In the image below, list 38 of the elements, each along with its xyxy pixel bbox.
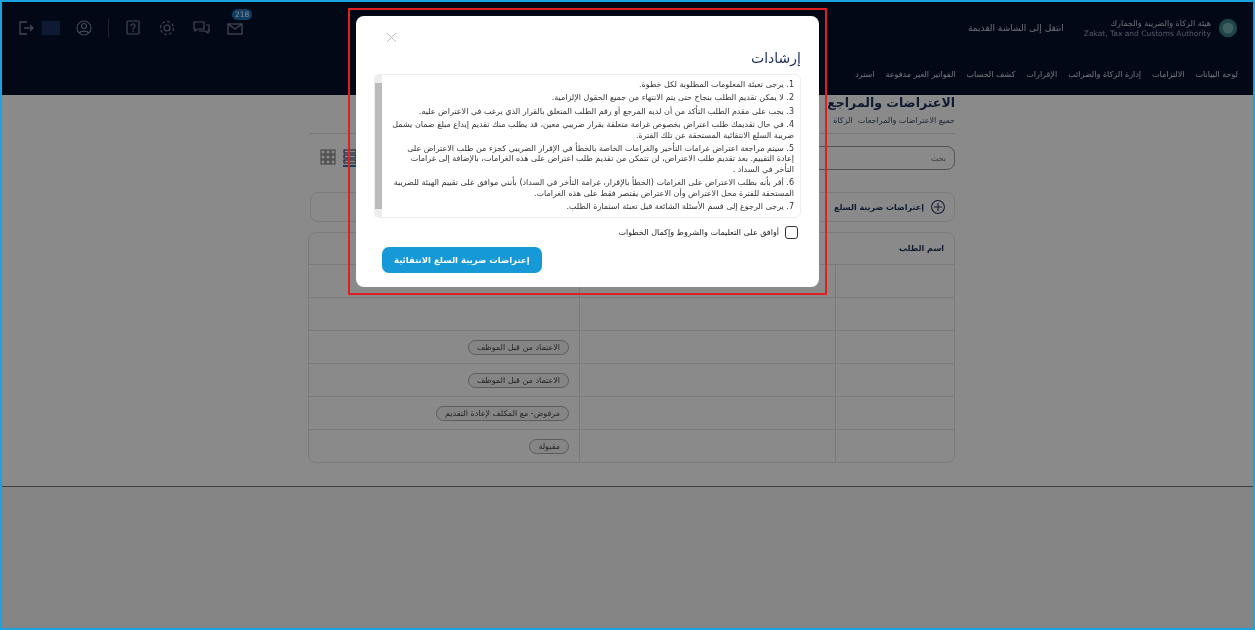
column-header: اسم الطلب — [899, 244, 944, 253]
new-request-label: إعتراضات ضريبة السلع — [834, 202, 924, 212]
nav-link[interactable]: استرد — [855, 69, 875, 79]
instruction-text: 4. في حال تقديمك طلب اعتراض بخصوص غرامة متعلقة بقرار ضريبي معين، قد يطلب منك تقديم إيداع مبلغ ضمان يشمل ضريبة السلع الانتقائية المستحقة عن تلك الفترة. — [391, 120, 794, 141]
help-icon[interactable] — [123, 18, 143, 38]
status-pill: الاعتماد من قبل الموظف — [468, 339, 569, 355]
grid-view-icon[interactable] — [320, 149, 336, 167]
nav-link[interactable]: الالتزامات — [1152, 69, 1185, 79]
instruction-text: 7. يرجى الرجوع إلى قسم الأسئلة الشائعة قبل تعبئة استمارة الطلب. — [565, 201, 794, 213]
agree-checkbox[interactable] — [785, 226, 798, 240]
authority-name: هيئة الزكاة والضريبة والجمارك — [1109, 18, 1211, 28]
status-pill: مقبولة — [529, 438, 569, 454]
user-icon[interactable] — [74, 18, 94, 38]
instruction-text: 1. يرجى تعبئة المعلومات المطلوبة لكل خطوة. — [638, 80, 794, 91]
agree-label: أوافق على التعليمات والشروط وإكمال الخطوات — [618, 228, 779, 238]
authority-logo-icon — [1217, 17, 1239, 39]
instruction-text: 6. أقر بأنه بطلب الاعتراض على الغرامات (الخطأ بالإقرار، غرامة التأخر في السداد) بأنني موافق على تقييم الهيئة للضريبة المستحقة للفترة محل الاعتراض وأن الاعتراض يقتصر فقط على هذه الغرامات. — [392, 178, 794, 199]
breadcrumb-link[interactable]: جميع الاعتراضات والمراجعات — [857, 116, 955, 125]
breadcrumb-link[interactable]: الزكاة — [833, 116, 853, 125]
settings-icon[interactable] — [157, 18, 177, 38]
instruction-text: 2. لا يمكن تقديم الطلب بنجاح حتى يتم الانتهاء من جميع الحقول الإلزامية. — [550, 93, 794, 104]
status-pill: مرفوض- مع المكلف لإعادة التقديم — [436, 405, 569, 421]
dialog-title: إرشادات — [750, 50, 801, 66]
excise-objections-button[interactable]: إعتراضات ضريبة السلع الانتقائية — [382, 247, 542, 274]
nav-link[interactable]: الإقرارات — [1026, 69, 1058, 79]
nav-link[interactable]: إدارة الزكاة والضرائب — [1068, 69, 1141, 79]
instruction-text: 3. يجب على مقدم الطلب التأكد من أن لديه المرجع أو رقم الطلب المتعلق بالقرار الذي يرغب في الاعتراض عليه. — [417, 106, 794, 118]
close-icon[interactable] — [386, 32, 397, 43]
logout-icon[interactable] — [16, 18, 36, 38]
page-title: الاعتراضات والمراجع — [827, 95, 955, 110]
scrollbar[interactable] — [375, 75, 382, 218]
add-icon — [930, 199, 946, 215]
old-screen-link[interactable]: انتقل إلى الشاشة القديمة — [967, 23, 1064, 33]
status-pill: الاعتماد من قبل الموظف — [468, 372, 569, 388]
nav-link[interactable]: لوحة البيانات — [1195, 69, 1238, 79]
nav-link[interactable]: الفواتير الغير مدفوعة — [885, 69, 956, 79]
list-view-icon[interactable] — [342, 149, 358, 167]
nav-link[interactable]: كشف الحساب — [966, 69, 1016, 79]
